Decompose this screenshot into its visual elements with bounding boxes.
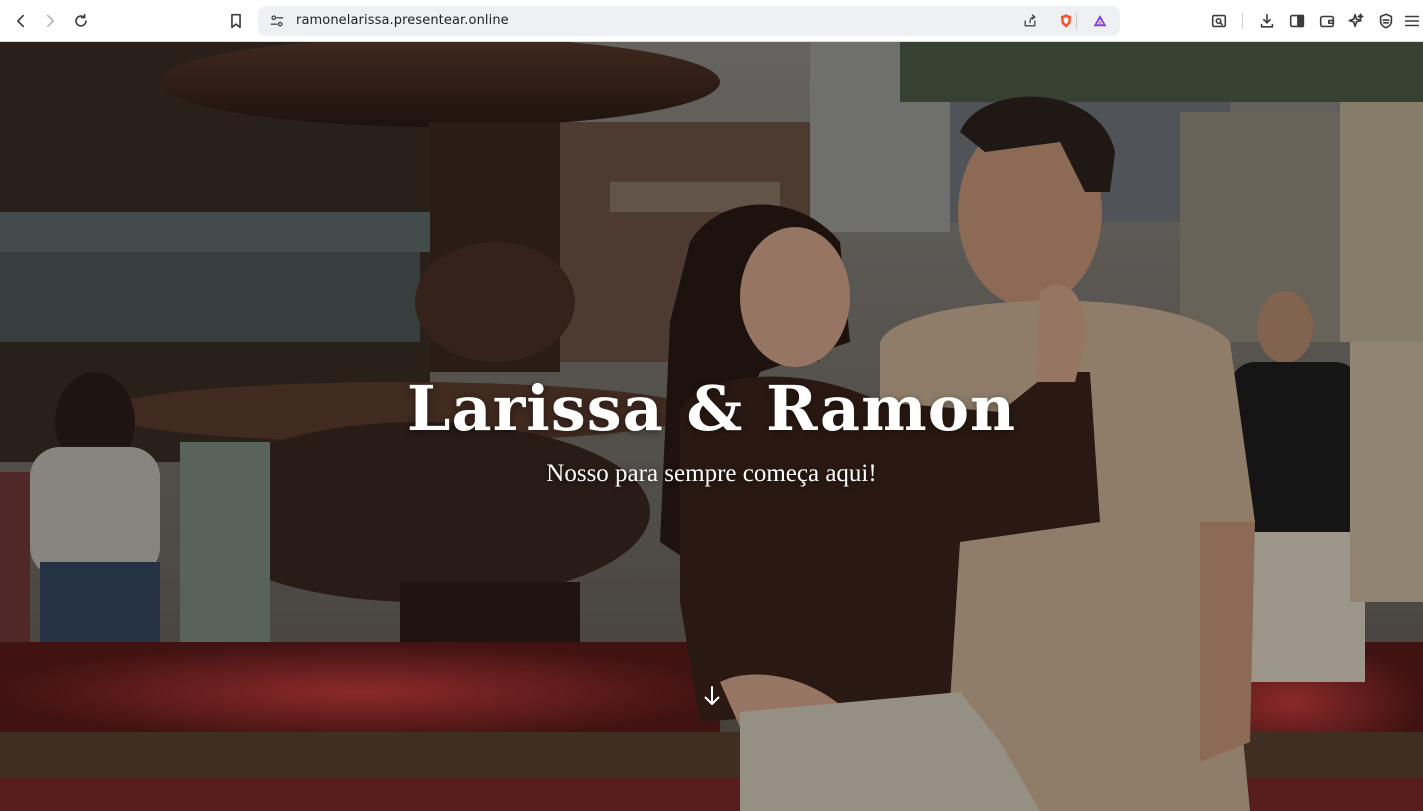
site-settings-icon[interactable] (268, 12, 286, 30)
menu-button[interactable] (1401, 7, 1423, 35)
hero-subtitle: Nosso para sempre começa aqui! (546, 460, 877, 487)
browser-toolbar: ramonelarissa.presentear.online (0, 0, 1423, 42)
address-bar[interactable]: ramonelarissa.presentear.online (258, 6, 1120, 36)
reload-icon (75, 13, 87, 27)
wallet-icon (1319, 15, 1335, 28)
url-text[interactable]: ramonelarissa.presentear.online (296, 13, 509, 28)
downloads-icon (1260, 13, 1274, 28)
forward-button[interactable] (36, 7, 64, 35)
toolbar-divider (1242, 13, 1243, 29)
downloads-button[interactable] (1253, 7, 1281, 35)
back-icon (17, 14, 25, 28)
vpn-shield-icon (1379, 13, 1393, 29)
bookmark-icon (231, 13, 241, 29)
sidebar-button[interactable] (1283, 7, 1311, 35)
page-search-icon (1211, 14, 1227, 28)
address-bar-divider (1076, 13, 1077, 29)
scroll-down-button[interactable] (700, 683, 724, 709)
hero-section: Larissa & Ramon Nosso para sempre começa… (0, 42, 1423, 811)
share-icon[interactable] (1021, 12, 1039, 30)
vpn-button[interactable] (1372, 7, 1400, 35)
page-search-button[interactable] (1205, 7, 1233, 35)
leo-ai-icon (1348, 13, 1364, 28)
brave-rewards-icon[interactable] (1091, 12, 1109, 30)
sidebar-icon (1289, 14, 1305, 28)
wallet-button[interactable] (1313, 7, 1341, 35)
bookmark-button[interactable] (222, 7, 250, 35)
back-button[interactable] (7, 7, 35, 35)
arrow-down-icon (704, 686, 720, 705)
reload-button[interactable] (67, 7, 95, 35)
brave-shields-icon[interactable] (1057, 12, 1075, 30)
forward-icon (46, 14, 54, 28)
menu-icon (1404, 15, 1420, 27)
leo-ai-button[interactable] (1342, 7, 1370, 35)
hero-title: Larissa & Ramon (406, 372, 1017, 445)
